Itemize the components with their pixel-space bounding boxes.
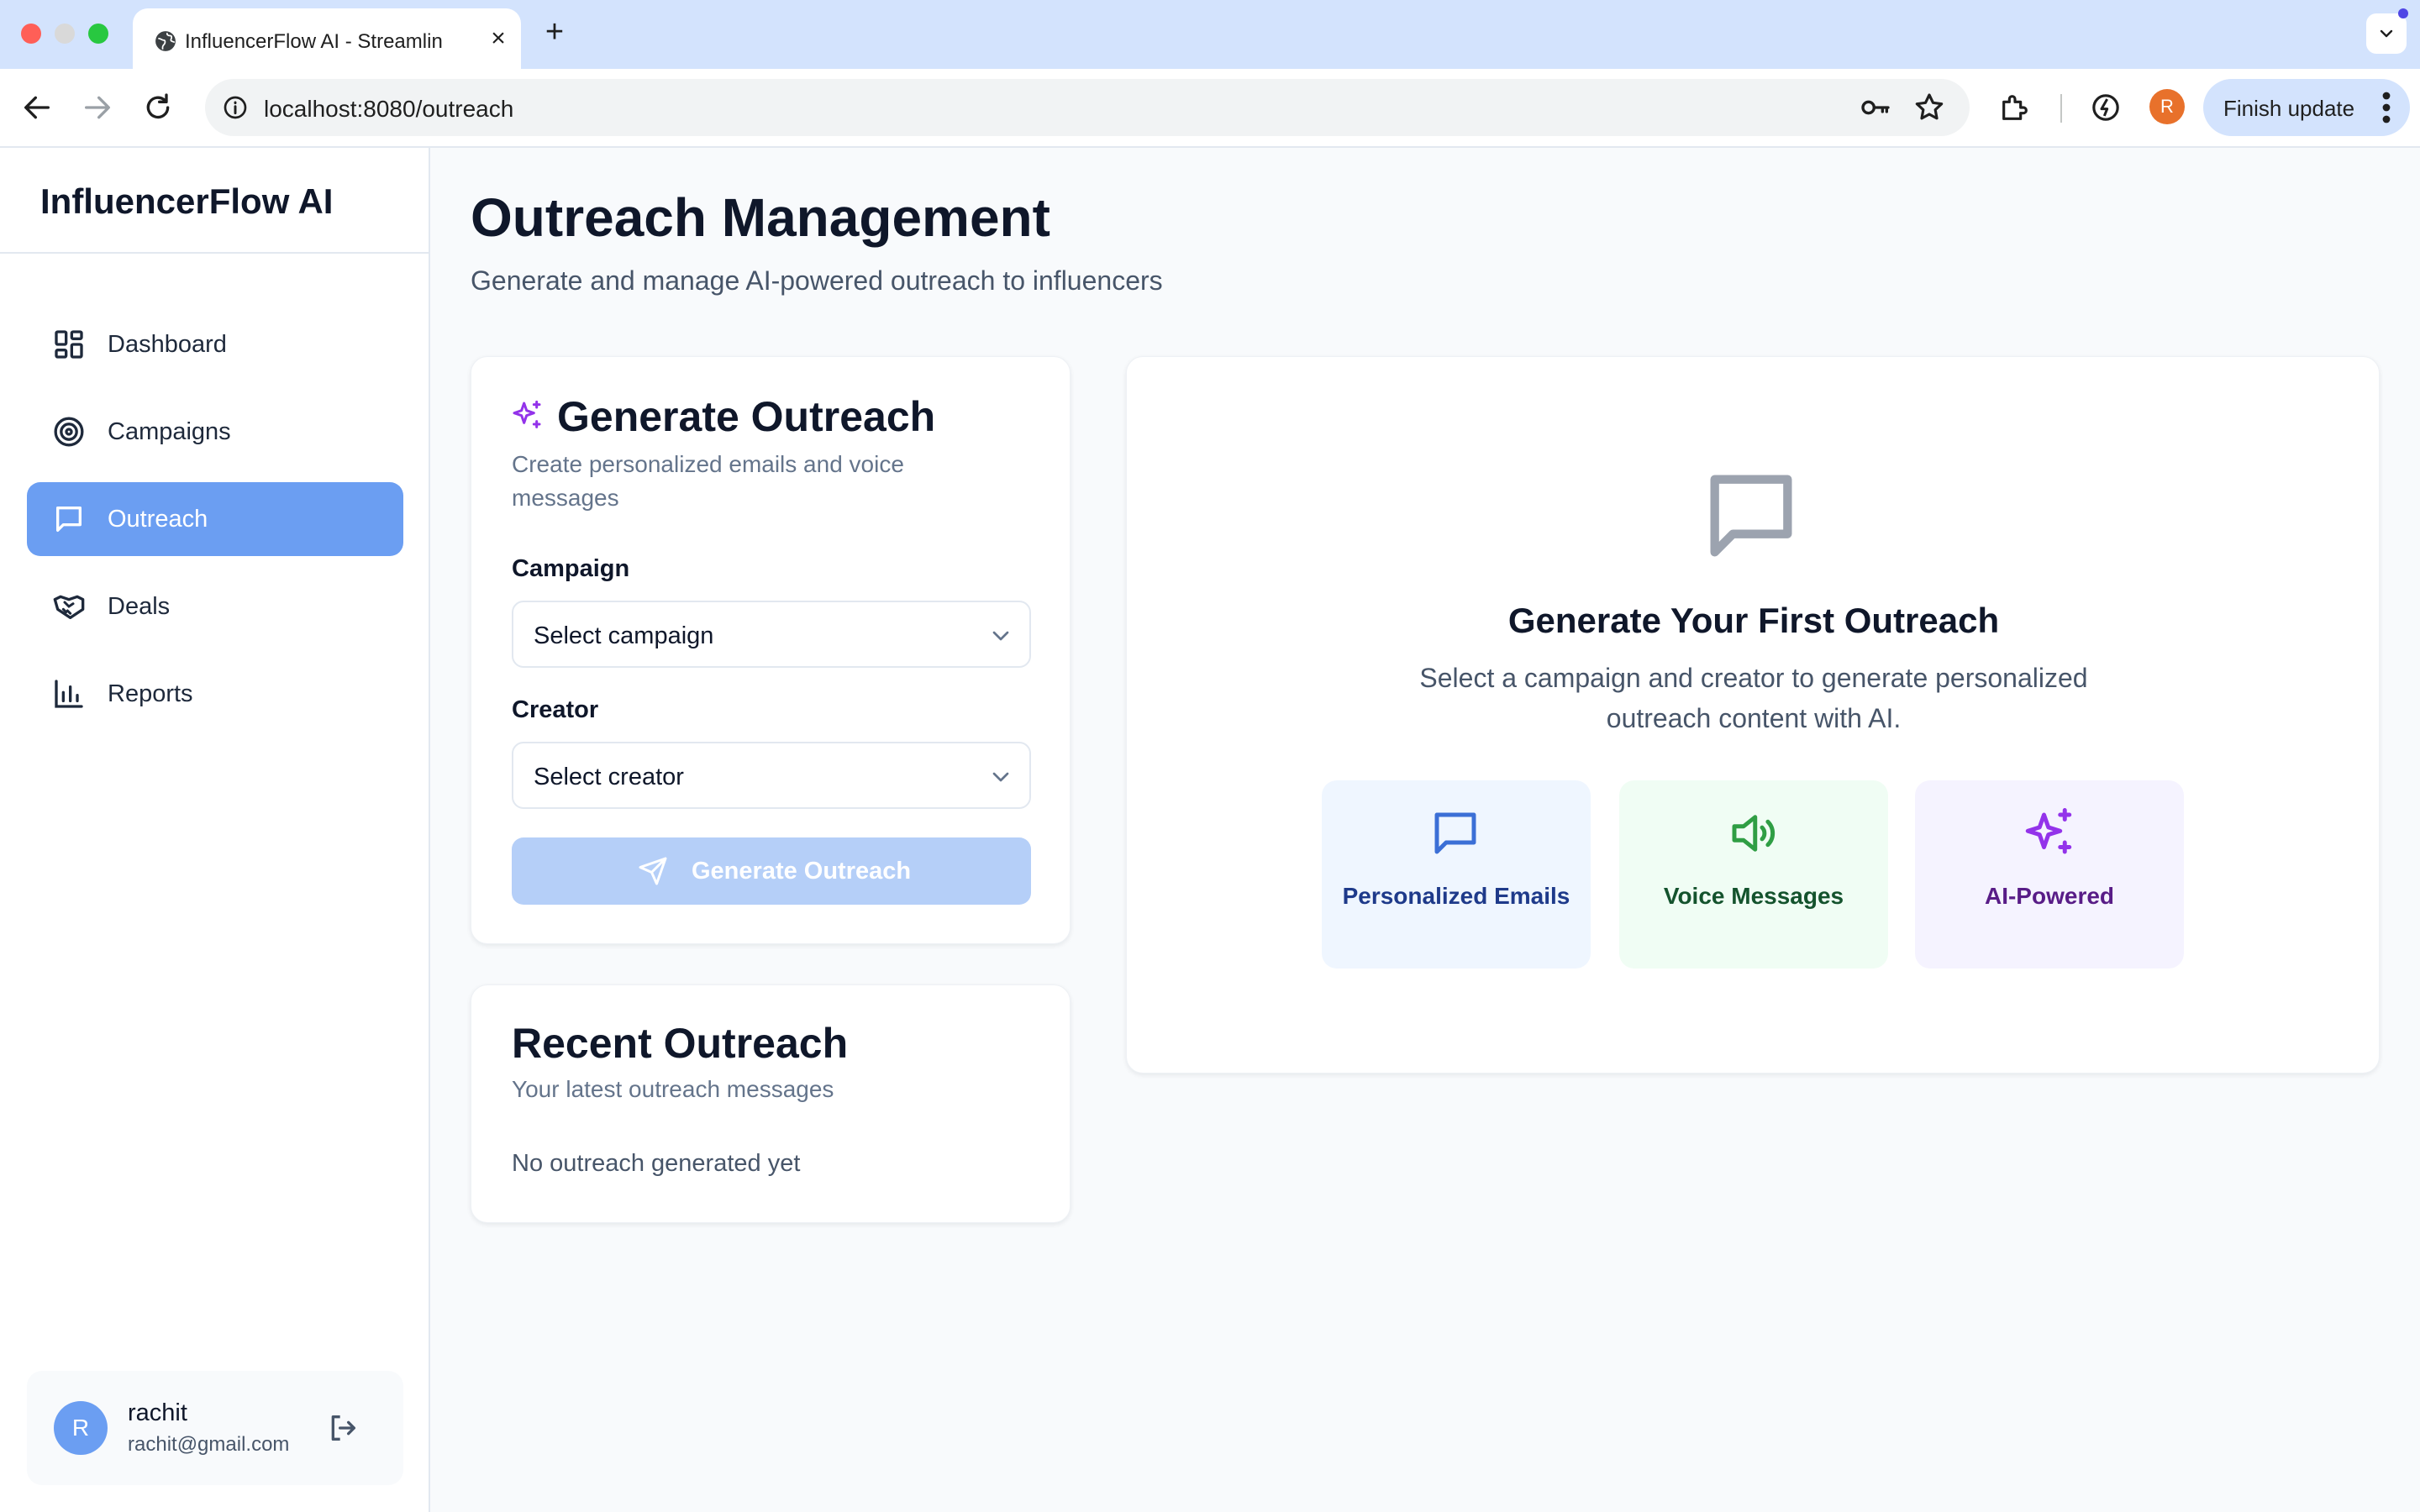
- forward-arrow-icon[interactable]: [81, 91, 114, 124]
- sidebar-item-label: Dashboard: [108, 331, 227, 358]
- sparkles-icon: [2025, 808, 2072, 854]
- card-description: Create personalized emails and voice mes…: [512, 451, 904, 511]
- tab-close-icon[interactable]: ×: [484, 24, 513, 53]
- brand-logo[interactable]: InfluencerFlow AI: [40, 181, 333, 222]
- sidebar-item-label: Deals: [108, 593, 171, 620]
- creator-select-value: Select creator: [534, 764, 684, 790]
- back-arrow-icon[interactable]: [20, 91, 54, 124]
- page-title: Outreach Management: [471, 187, 1050, 248]
- empty-state-card: Generate Your First Outreach Select a ca…: [1126, 356, 2380, 1074]
- target-icon: [54, 417, 84, 447]
- campaign-select[interactable]: Select campaign: [512, 601, 1031, 668]
- feature-label: Voice Messages: [1663, 883, 1844, 909]
- user-email: rachit@gmail.com: [128, 1433, 290, 1456]
- sidebar-item-label: Outreach: [108, 506, 208, 533]
- feature-label: Personalized Emails: [1342, 883, 1570, 909]
- user-name: rachit: [128, 1399, 187, 1426]
- feature-voice-messages: Voice Messages: [1619, 780, 1888, 969]
- message-icon: [56, 507, 82, 532]
- dashboard-icon: [55, 330, 83, 359]
- globe-icon: [155, 31, 176, 51]
- logout-icon[interactable]: [326, 1411, 360, 1445]
- card-description: Your latest outreach messages: [512, 1076, 834, 1102]
- card-title: Recent Outreach: [512, 1020, 849, 1067]
- message-icon: [1434, 812, 1476, 854]
- finish-update-label: Finish update: [2223, 96, 2355, 121]
- tab-title: InfluencerFlow AI - Streamlin: [185, 30, 443, 53]
- creator-label: Creator: [512, 696, 599, 723]
- message-icon: [1710, 475, 1792, 557]
- page-subtitle: Generate and manage AI-powered outreach …: [471, 265, 1163, 296]
- user-profile-card: R rachit rachit@gmail.com: [27, 1371, 403, 1485]
- key-icon[interactable]: [1859, 91, 1892, 124]
- window-zoom-button[interactable]: [88, 24, 108, 44]
- sidebar-item-label: Reports: [108, 680, 193, 707]
- avatar: R: [54, 1401, 108, 1455]
- window-minimize-button[interactable]: [55, 24, 75, 44]
- generate-outreach-button[interactable]: Generate Outreach: [512, 837, 1031, 905]
- campaign-label: Campaign: [512, 555, 630, 582]
- sidebar-item-outreach[interactable]: Outreach: [27, 482, 403, 556]
- sidebar-item-dashboard[interactable]: Dashboard: [27, 307, 403, 381]
- sidebar-item-label: Campaigns: [108, 418, 231, 445]
- sidebar: InfluencerFlow AI Dashboard Campaigns Ou…: [0, 148, 430, 1512]
- browser-tab-bar: InfluencerFlow AI - Streamlin × +: [0, 0, 2420, 69]
- recent-outreach-card: Recent Outreach Your latest outreach mes…: [471, 984, 1071, 1223]
- sidebar-item-deals[interactable]: Deals: [27, 570, 403, 643]
- toolbar-divider: [2060, 94, 2062, 123]
- feature-personalized-emails: Personalized Emails: [1322, 780, 1591, 969]
- campaign-select-value: Select campaign: [534, 622, 714, 649]
- url-text[interactable]: localhost:8080/outreach: [264, 96, 513, 123]
- chevron-down-icon: [992, 772, 1009, 782]
- browser-toolbar: localhost:8080/outreach R Finish update: [0, 69, 2420, 148]
- chevron-down-icon: [2380, 29, 2393, 38]
- site-info-icon[interactable]: [222, 94, 249, 121]
- empty-state-text: No outreach generated yet: [512, 1150, 801, 1177]
- extensions-puzzle-icon[interactable]: [1998, 91, 2032, 124]
- finish-update-button[interactable]: Finish update: [2203, 79, 2410, 136]
- new-tab-button[interactable]: +: [538, 15, 571, 49]
- sparkles-icon: [513, 400, 541, 428]
- bookmark-star-icon[interactable]: [1912, 91, 1946, 124]
- more-vertical-icon[interactable]: [2376, 89, 2396, 126]
- send-icon: [639, 857, 667, 885]
- feature-ai-powered: AI-Powered: [1915, 780, 2184, 969]
- speaker-icon: [1732, 815, 1776, 852]
- window-close-button[interactable]: [21, 24, 41, 44]
- performance-icon[interactable]: [2089, 91, 2123, 124]
- tab-search-button[interactable]: [2366, 13, 2407, 54]
- bar-chart-icon: [55, 680, 83, 708]
- reload-icon[interactable]: [141, 91, 175, 124]
- feature-label: AI-Powered: [1984, 883, 2115, 909]
- empty-state-title: Generate Your First Outreach: [1507, 601, 2000, 640]
- generate-outreach-button-label: Generate Outreach: [692, 858, 912, 885]
- empty-state-description: Select a campaign and creator to generat…: [1419, 663, 2088, 733]
- profile-avatar[interactable]: R: [2149, 89, 2185, 124]
- creator-select[interactable]: Select creator: [512, 742, 1031, 809]
- generate-outreach-card: Generate Outreach Create personalized em…: [471, 356, 1071, 944]
- notification-dot: [2398, 8, 2408, 18]
- browser-tab[interactable]: InfluencerFlow AI - Streamlin ×: [133, 8, 521, 69]
- sidebar-item-reports[interactable]: Reports: [27, 657, 403, 731]
- sidebar-item-campaigns[interactable]: Campaigns: [27, 395, 403, 469]
- address-bar[interactable]: localhost:8080/outreach: [205, 79, 1970, 136]
- handshake-icon: [53, 595, 85, 619]
- sidebar-divider: [0, 252, 429, 254]
- chevron-down-icon: [992, 631, 1009, 641]
- card-title: Generate Outreach: [557, 393, 936, 440]
